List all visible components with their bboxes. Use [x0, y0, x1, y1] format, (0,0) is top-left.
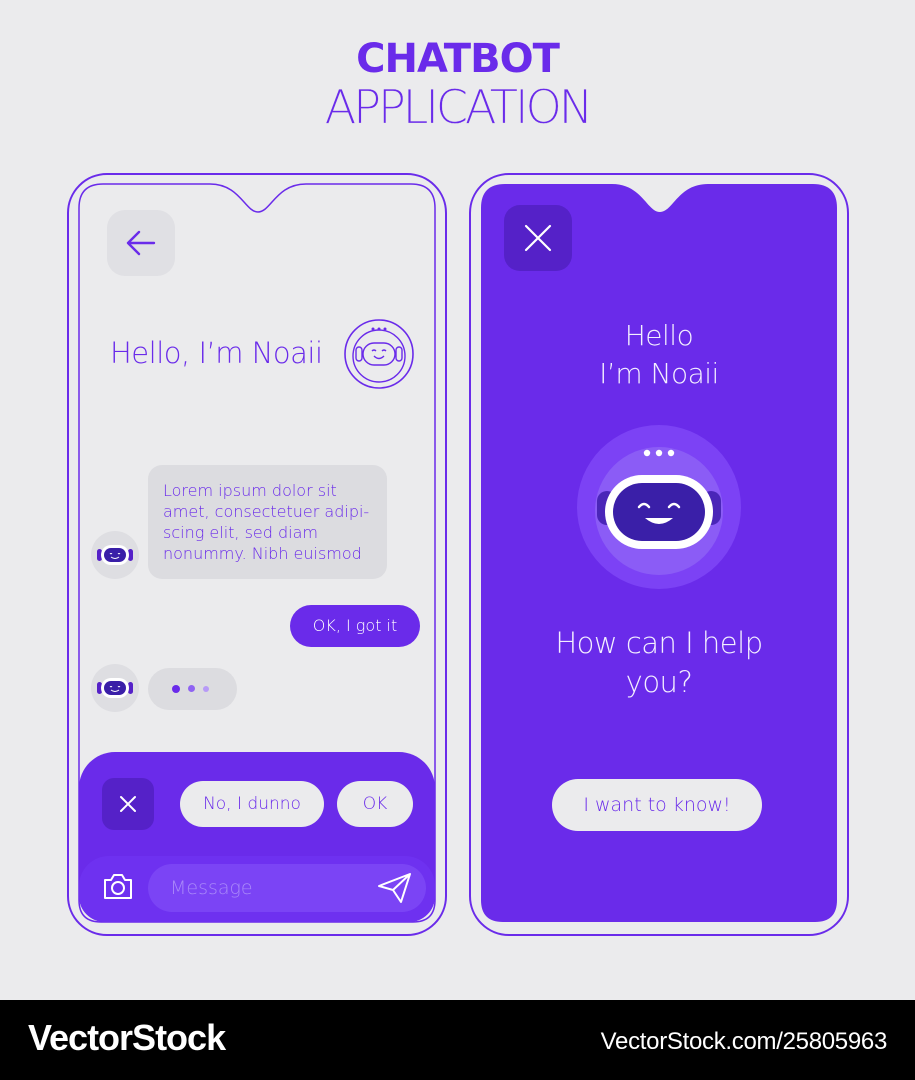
help-question-line-2: you?	[625, 665, 693, 699]
right-screen	[481, 184, 837, 922]
close-icon	[524, 224, 552, 252]
greeting-line-1: Hello	[624, 319, 694, 352]
help-question-line-1: How can I help	[555, 626, 763, 660]
brand-url: VectorStock.com/25805963	[600, 1028, 888, 1055]
want-to-know-button[interactable]: I want to know!	[552, 779, 762, 831]
greeting-line-2: I’m Noaii	[599, 357, 719, 390]
close-button[interactable]	[504, 205, 572, 271]
brand-logo: VectorStock	[28, 1017, 226, 1058]
robot-avatar-icon	[577, 425, 741, 589]
